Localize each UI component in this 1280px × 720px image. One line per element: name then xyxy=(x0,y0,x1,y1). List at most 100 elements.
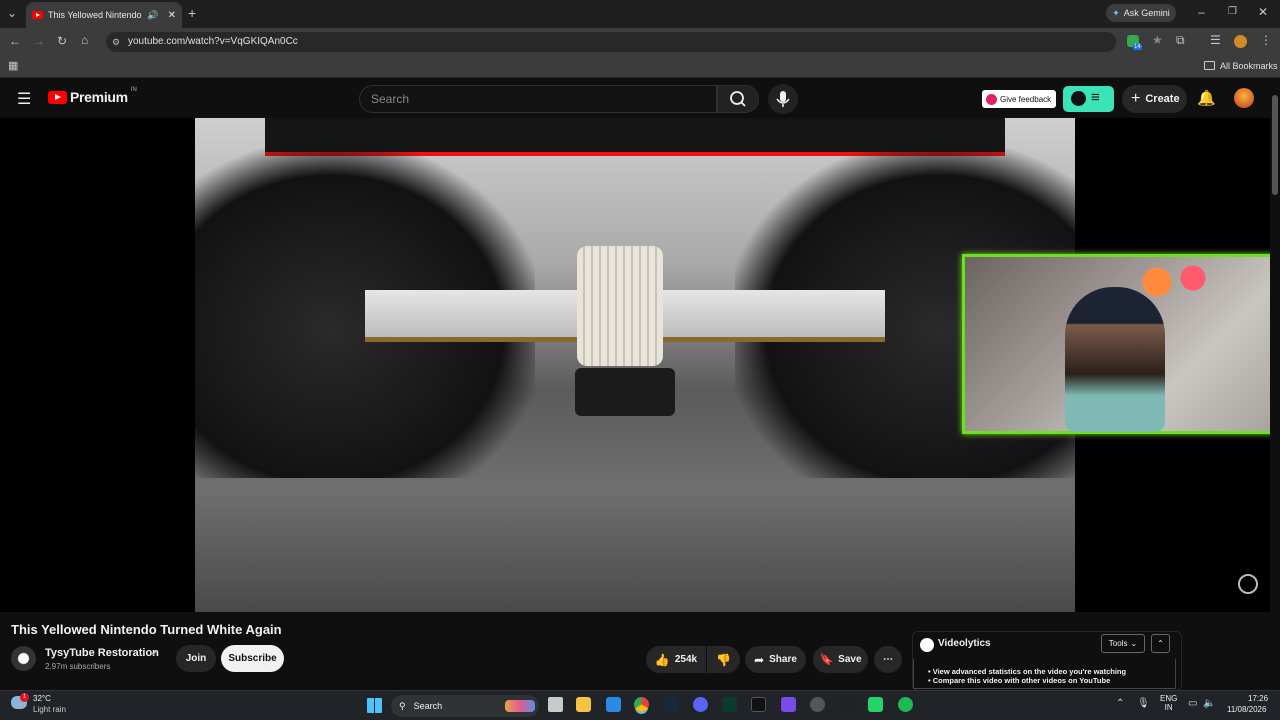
notification-badge: 1 xyxy=(20,693,29,702)
thumbs-down-icon: 👎 xyxy=(716,652,731,667)
grid-app-icon[interactable] xyxy=(781,697,796,712)
share-button[interactable]: ➦ Share xyxy=(745,646,806,673)
address-bar[interactable]: ⚙ youtube.com/watch?v=VqGKIQAn0Cc xyxy=(106,32,1116,52)
clock-date[interactable]: 11/08/2026 xyxy=(1227,705,1266,714)
video-frame-ribbon xyxy=(577,246,663,366)
search-input[interactable]: Search xyxy=(359,85,717,113)
reading-list-icon[interactable]: ☰ xyxy=(1210,33,1221,47)
subscribe-button[interactable]: Subscribe xyxy=(221,645,284,672)
obs-icon[interactable] xyxy=(810,697,825,712)
file-explorer-icon[interactable] xyxy=(576,697,591,712)
windows-start-icon[interactable] xyxy=(367,698,382,713)
discord-icon[interactable] xyxy=(693,697,708,712)
weather-temp[interactable]: 32°C xyxy=(33,694,51,703)
search-icon xyxy=(730,91,746,107)
videolytics-menu-icon: ≡ xyxy=(1091,89,1100,106)
capcut-icon[interactable] xyxy=(751,697,766,712)
weather-description[interactable]: Light rain xyxy=(33,705,66,714)
ask-gemini-button[interactable]: ✦ Ask Gemini xyxy=(1106,4,1176,22)
restore-icon[interactable]: ❐ xyxy=(1228,6,1237,17)
tab-search-chevron-icon[interactable]: ⌄ xyxy=(7,6,17,20)
tab-close-icon[interactable]: ✕ xyxy=(168,10,176,21)
microphone-icon xyxy=(776,91,790,107)
tray-overflow-icon[interactable]: ⌃ xyxy=(1116,698,1124,709)
youtube-logo-region: IN xyxy=(130,87,137,93)
new-tab-icon[interactable]: + xyxy=(188,5,196,21)
tray-microphone-icon[interactable]: 🎙 xyxy=(1137,698,1150,709)
taskbar-search-box[interactable]: ⚲ Search xyxy=(391,695,539,717)
save-label: Save xyxy=(838,654,862,665)
back-icon[interactable]: ← xyxy=(9,34,21,48)
spotify-icon[interactable] xyxy=(898,697,913,712)
subscriber-count: 2.97m subscribers xyxy=(45,662,111,671)
create-label: Create xyxy=(1145,93,1180,105)
extensions-puzzle-icon[interactable]: ⧉ xyxy=(1176,33,1185,48)
window-close-icon[interactable]: ✕ xyxy=(1258,5,1268,19)
task-view-icon[interactable] xyxy=(548,697,563,712)
site-info-icon[interactable]: ⚙ xyxy=(112,32,120,52)
join-button[interactable]: Join xyxy=(176,645,216,672)
channel-avatar[interactable] xyxy=(11,646,36,671)
bookmark-icon: 🔖 xyxy=(819,654,834,666)
account-avatar[interactable] xyxy=(1234,88,1254,108)
webcam-person xyxy=(1065,287,1165,432)
tools-label: Tools xyxy=(1108,639,1128,648)
terminal-icon[interactable] xyxy=(722,697,737,712)
verified-badge-icon: ✔ xyxy=(151,648,159,658)
extension-star-icon[interactable]: ★ xyxy=(1152,33,1163,47)
volume-icon[interactable]: 🔈 xyxy=(1203,698,1215,709)
notepad-icon[interactable] xyxy=(606,697,621,712)
forward-icon[interactable]: → xyxy=(33,34,45,48)
reload-icon[interactable]: ↻ xyxy=(57,34,67,48)
notifications-bell-icon[interactable]: 🔔 xyxy=(1197,89,1216,107)
language-region: IN xyxy=(1164,703,1173,712)
browser-tab[interactable]: This Yellowed Nintendo Tu 🔊 ✕ xyxy=(26,2,182,28)
chevron-down-icon: ⌄ xyxy=(1130,639,1138,648)
videolytics-extension-button[interactable]: ≡ xyxy=(1063,86,1114,112)
chrome-menu-icon[interactable]: ⋮ xyxy=(1260,33,1272,47)
taskbar-search-icon: ⚲ xyxy=(399,700,406,711)
page-scrollbar-thumb[interactable] xyxy=(1272,95,1278,195)
more-actions-button[interactable]: ⋯ xyxy=(874,646,902,673)
bookmarks-bar: ▦ All Bookmarks xyxy=(0,56,1280,78)
tools-dropdown[interactable]: Tools ⌄ xyxy=(1101,634,1145,653)
more-horizontal-icon: ⋯ xyxy=(883,654,893,665)
save-button[interactable]: 🔖 Save xyxy=(813,646,868,673)
audio-icon[interactable]: 🔊 xyxy=(147,10,158,21)
music-app-icon[interactable] xyxy=(839,697,854,712)
steam-icon[interactable] xyxy=(663,697,678,712)
videolytics-panel: Videolytics Tools ⌄ ⌃ • View advanced st… xyxy=(912,631,1182,691)
search-placeholder: Search xyxy=(371,92,410,106)
like-button[interactable]: 👍 254k xyxy=(646,646,706,673)
collapse-panel-button[interactable]: ⌃ xyxy=(1151,634,1170,653)
all-bookmarks-label[interactable]: All Bookmarks xyxy=(1220,61,1278,71)
clock-time[interactable]: 17:26 xyxy=(1248,694,1268,703)
search-button[interactable] xyxy=(717,85,759,113)
player-autoplay-icon[interactable] xyxy=(1238,574,1258,594)
dislike-button[interactable]: 👎 xyxy=(707,646,740,673)
whatsapp-icon[interactable] xyxy=(868,697,883,712)
youtube-favicon-icon xyxy=(32,11,43,19)
profile-avatar[interactable] xyxy=(1234,35,1247,48)
channel-name[interactable]: TysyTube Restoration xyxy=(45,647,159,659)
voice-search-button[interactable] xyxy=(768,84,798,114)
give-feedback-button[interactable]: Give feedback xyxy=(982,90,1056,108)
videolytics-bullet: • Compare this video with other videos o… xyxy=(928,676,1111,685)
home-icon[interactable]: ⌂ xyxy=(81,33,88,47)
videolytics-logo-icon xyxy=(1071,91,1086,106)
thumbs-up-icon: 👍 xyxy=(654,652,670,667)
network-icon[interactable]: ▭ xyxy=(1188,698,1197,709)
videolytics-bullet: • View advanced statistics on the video … xyxy=(928,667,1127,676)
language-indicator[interactable]: ENG IN xyxy=(1160,694,1177,712)
create-button[interactable]: + Create xyxy=(1122,85,1187,113)
apps-grid-icon[interactable]: ▦ xyxy=(8,59,18,72)
address-bar-url: youtube.com/watch?v=VqGKIQAn0Cc xyxy=(128,36,298,47)
video-player[interactable] xyxy=(0,118,1276,612)
chrome-taskbar-icon[interactable] xyxy=(634,697,649,712)
minimize-icon[interactable]: – xyxy=(1198,5,1205,19)
youtube-logo[interactable]: Premium IN xyxy=(48,87,137,105)
youtube-logo-icon xyxy=(48,90,67,104)
share-label: Share xyxy=(769,654,797,665)
guide-menu-icon[interactable]: ☰ xyxy=(17,89,31,109)
feedback-logo-icon xyxy=(986,93,997,105)
